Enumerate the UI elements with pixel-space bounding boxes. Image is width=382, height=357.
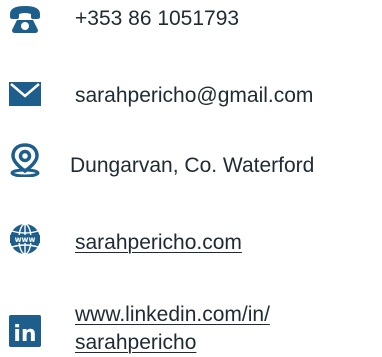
map-pin-icon xyxy=(8,143,42,177)
envelope-icon xyxy=(8,81,42,107)
website-link[interactable]: sarahpericho.com xyxy=(75,230,242,256)
linkedin-icon: in xyxy=(8,314,42,348)
telephone-icon xyxy=(8,2,42,36)
linkedin-link-line1[interactable]: www.linkedin.com/in/ xyxy=(75,302,270,328)
linkedin-logo-text: in xyxy=(13,322,36,347)
svg-text:www: www xyxy=(15,235,36,244)
email-address: sarahpericho@gmail.com xyxy=(75,84,314,107)
phone-number: +353 86 1051793 xyxy=(75,7,240,30)
location-text: Dungarvan, Co. Waterford xyxy=(70,154,315,177)
globe-www-icon: www xyxy=(8,222,42,256)
linkedin-link-line2[interactable]: sarahpericho xyxy=(75,330,196,356)
